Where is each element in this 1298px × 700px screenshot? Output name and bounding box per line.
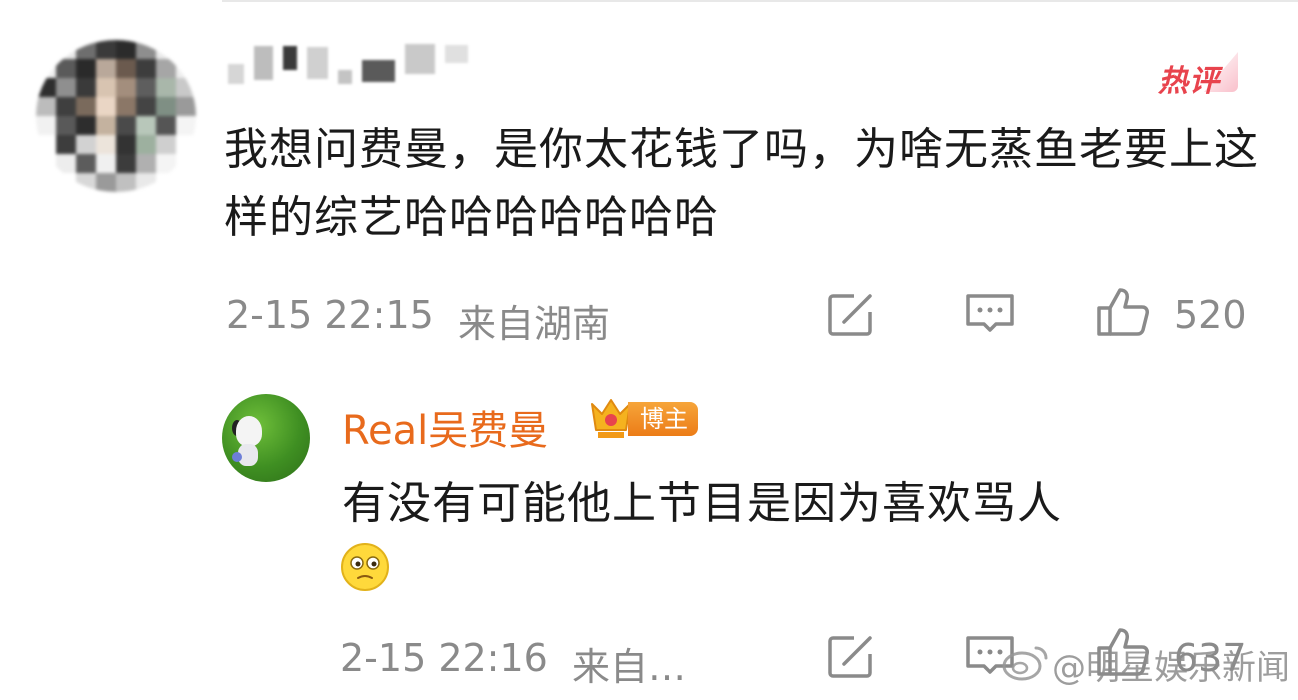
reply-location: 来自… (572, 645, 687, 689)
commenter-username[interactable] (228, 40, 468, 86)
hot-comment-badge: 热评 (1158, 52, 1238, 99)
reply-author-name[interactable]: Real吴费曼 (342, 398, 548, 456)
watermark: @明星娱乐新闻 (1052, 648, 1290, 688)
top-divider (222, 0, 1298, 2)
comment-text: 我想问费曼，是你太花钱了吗，为啥无蒸鱼老要上这样的综艺哈哈哈哈哈哈哈 (224, 124, 1259, 243)
comment-icon[interactable] (964, 292, 1016, 336)
edit-icon[interactable] (828, 292, 876, 336)
reply-author-avatar[interactable] (222, 394, 310, 482)
edit-icon[interactable] (828, 634, 876, 678)
hot-comment-label: 热评 (1158, 64, 1220, 99)
comment-time: 2-15 22:15 (226, 293, 434, 337)
like-count: 520 (1174, 293, 1247, 337)
avatar-flower (232, 452, 242, 462)
reply-time: 2-15 22:16 (340, 636, 548, 680)
thumbs-up-icon[interactable] (1096, 286, 1152, 338)
reply-text: 有没有可能他上节目是因为喜欢骂人 (342, 478, 1062, 529)
emoji-icon (341, 543, 389, 591)
blogger-badge: 博主 (628, 402, 698, 436)
weibo-icon (1002, 646, 1048, 681)
commenter-avatar[interactable] (36, 40, 196, 192)
avatar-snoopy-head (236, 416, 262, 446)
comment-location: 来自湖南 (458, 302, 611, 346)
